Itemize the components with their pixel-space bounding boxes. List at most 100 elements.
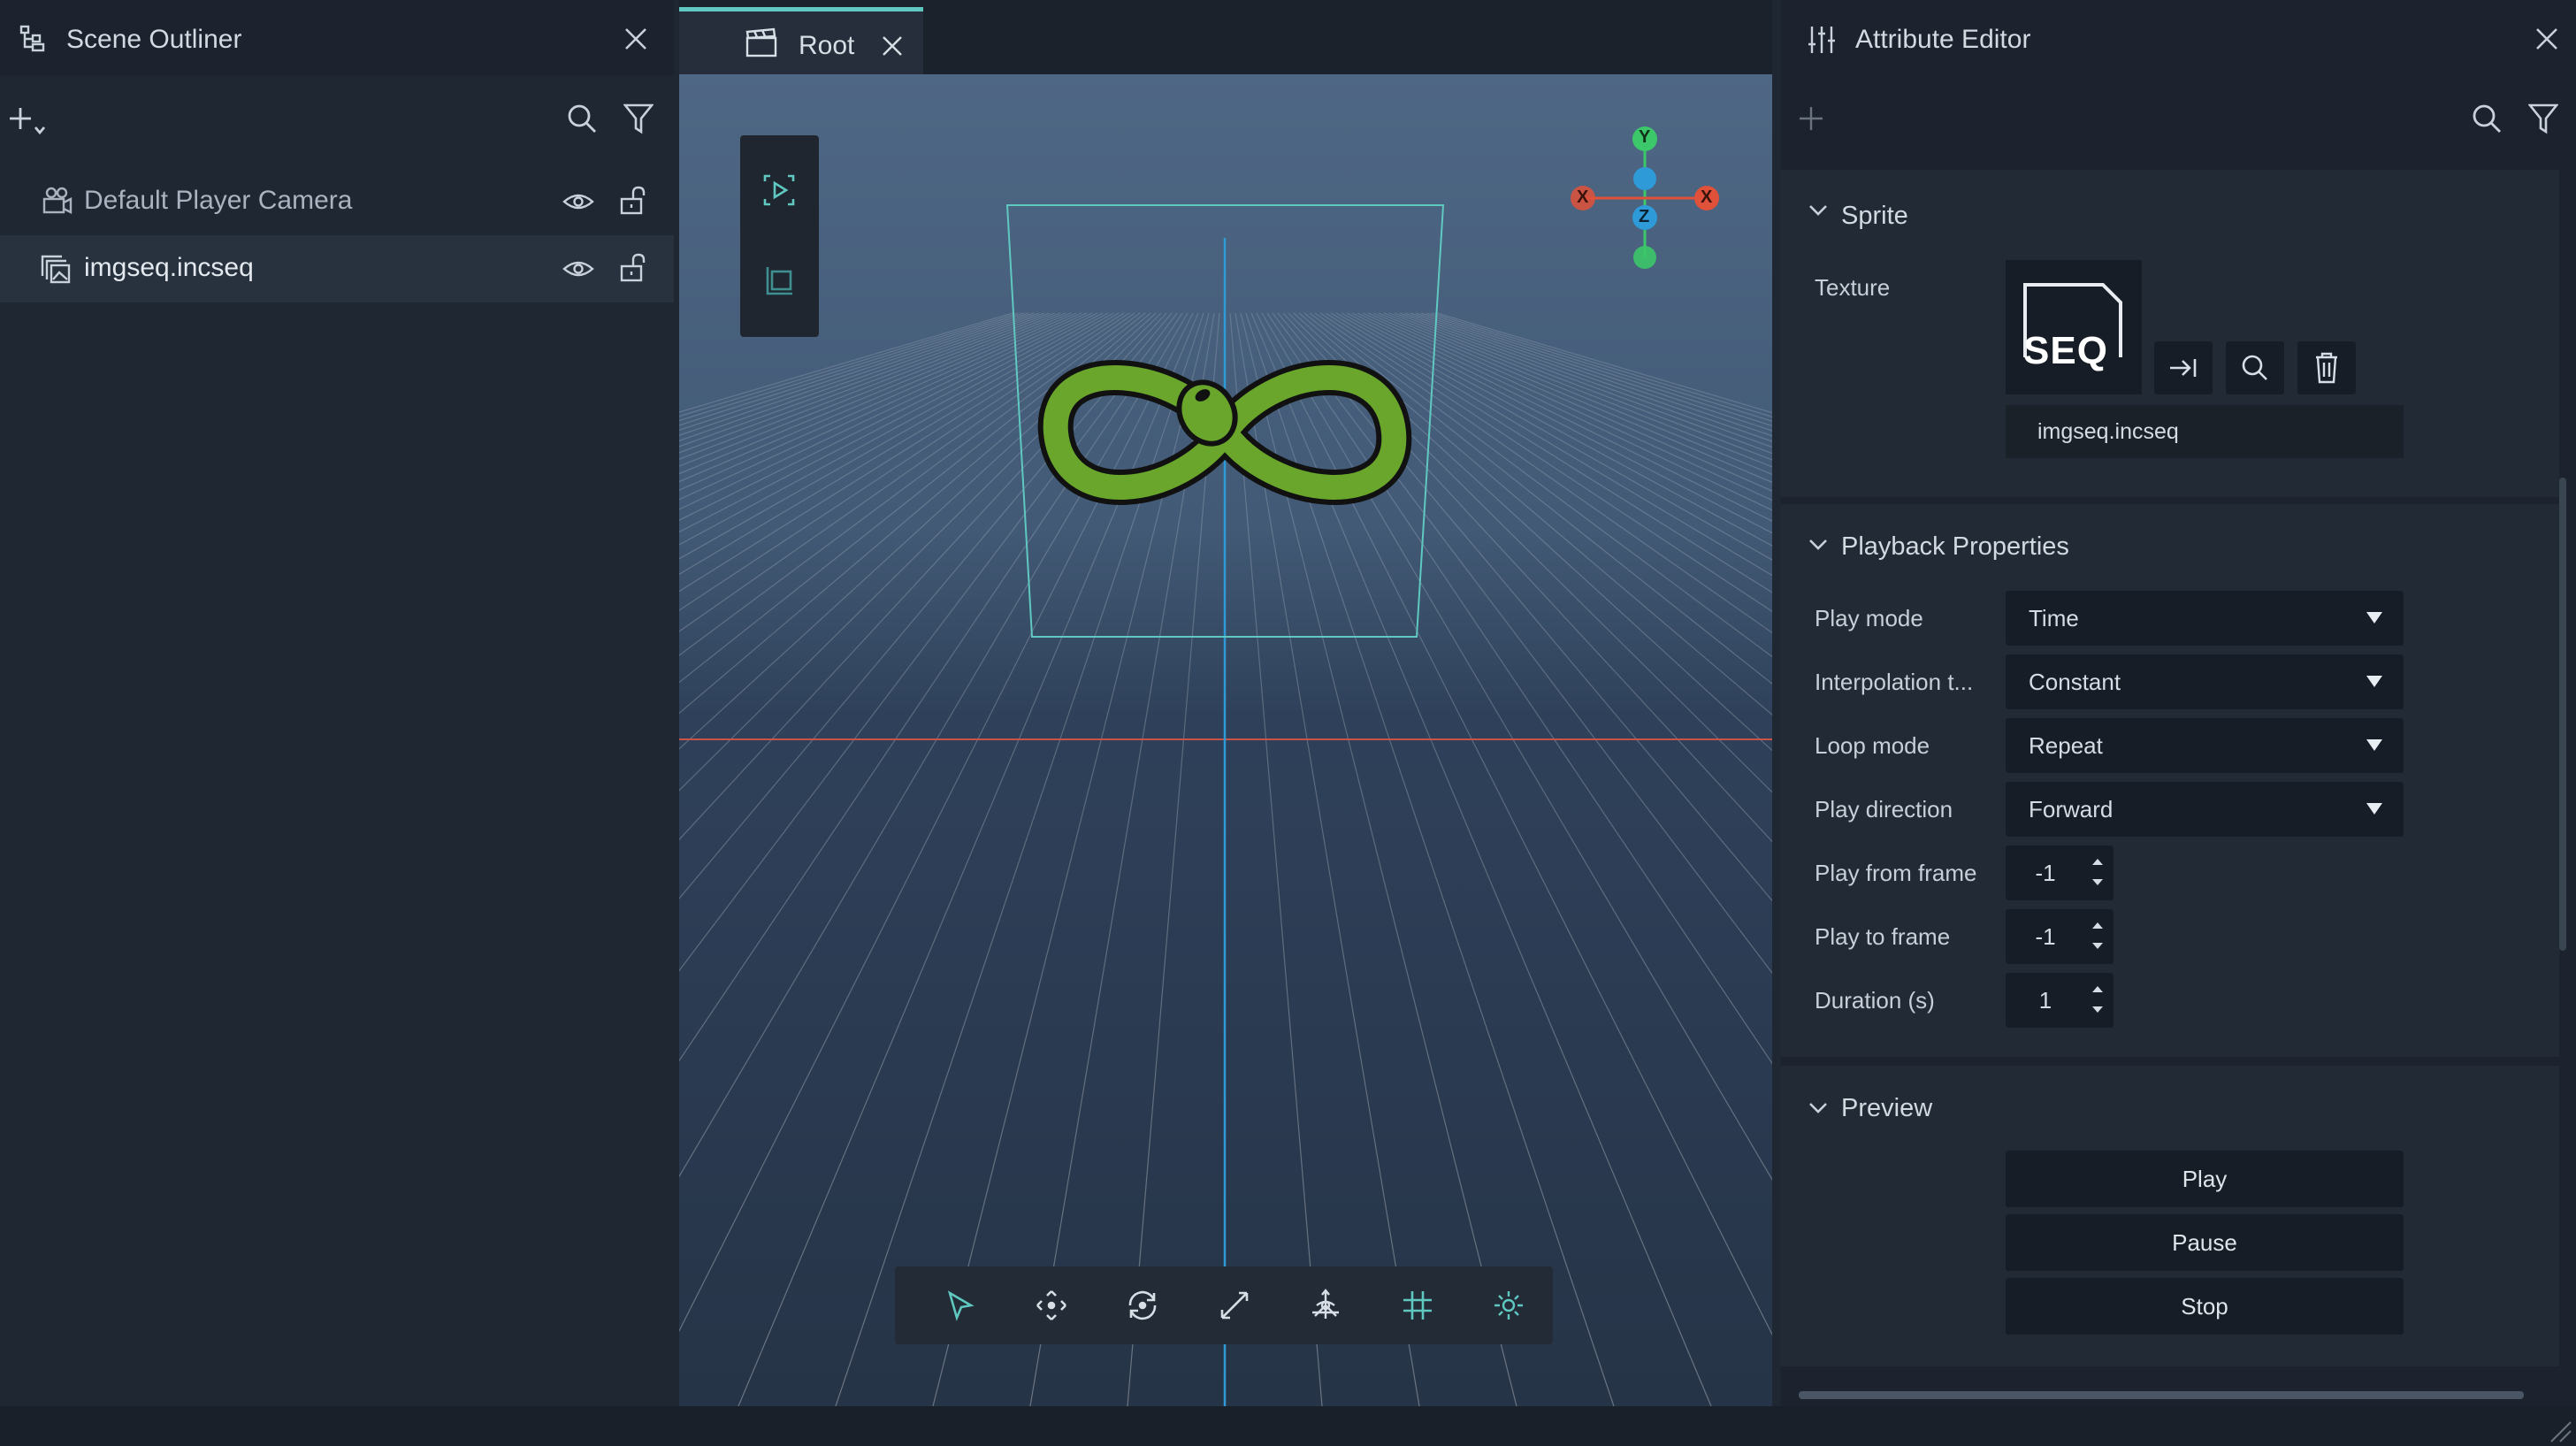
resize-grip-icon[interactable] (2548, 1419, 2572, 1443)
grid-line (1378, 312, 1772, 476)
unlock-icon[interactable] (619, 186, 647, 216)
play-direction-label: Play direction (1815, 796, 1953, 822)
texture-file-field[interactable]: imgseq.incseq (2006, 405, 2404, 458)
transform-tool-icon[interactable] (1299, 1279, 1352, 1332)
texture-file-name: imgseq.incseq (2037, 419, 2179, 444)
close-icon[interactable] (622, 25, 650, 53)
grid-line (679, 312, 1035, 432)
eye-icon[interactable] (562, 189, 594, 214)
grid-line (679, 312, 1109, 546)
unlock-icon[interactable] (619, 253, 647, 283)
scene-outliner-panel: Scene Outliner Default Player Camera img… (0, 0, 674, 1406)
chevron-down-icon[interactable] (1808, 1101, 1829, 1115)
browse-texture-button[interactable] (2226, 341, 2284, 394)
grid-snap-icon[interactable] (1391, 1279, 1444, 1332)
outliner-toolbar (0, 88, 674, 152)
preview-play-button[interactable]: Play (2006, 1151, 2404, 1207)
select-tool-icon[interactable] (934, 1279, 987, 1332)
tab-root[interactable]: Root (679, 7, 923, 74)
play-direction-dropdown[interactable]: Forward (2006, 782, 2404, 837)
play-to-frame-stepper[interactable]: -1 (2006, 909, 2114, 964)
grid-line (1383, 312, 1772, 468)
texture-thumbnail[interactable]: SEQ (2006, 260, 2142, 394)
play-mode-dropdown[interactable]: Time (2006, 591, 2404, 646)
clapperboard-icon (745, 27, 777, 57)
viewport-transform-toolbar (895, 1266, 1553, 1344)
close-icon[interactable] (2533, 25, 2561, 53)
grid-line (679, 312, 1088, 501)
close-tab-icon[interactable] (881, 34, 904, 57)
decrement-icon[interactable] (2092, 943, 2103, 949)
image-sequence-icon (41, 255, 73, 285)
play-mode-label: Play mode (1815, 605, 1923, 631)
texture-label: Texture (1815, 274, 1891, 301)
texture-thumb-text: SEQ (2023, 329, 2108, 372)
grid-line (679, 312, 1077, 483)
dropdown-value: Repeat (2029, 732, 2103, 759)
duration-stepper[interactable]: 1 (2006, 973, 2114, 1028)
lighting-icon[interactable] (1482, 1279, 1535, 1332)
add-node-icon[interactable] (9, 106, 50, 142)
playback-section: Playback Properties Play mode Time Inter… (1781, 504, 2559, 1057)
decrement-icon[interactable] (2092, 879, 2103, 885)
dropdown-arrow-icon (2366, 803, 2382, 815)
grid-line (1335, 312, 1772, 561)
add-component-icon[interactable] (1797, 104, 1825, 133)
outliner-item-label: Default Player Camera (84, 186, 353, 215)
loop-mode-dropdown[interactable]: Repeat (2006, 718, 2404, 773)
dropdown-value: Time (2029, 605, 2079, 631)
tab-label: Root (799, 31, 855, 60)
grid-line (679, 312, 1040, 436)
gizmo-x-neg-label[interactable]: X (1577, 187, 1588, 208)
vertical-scrollbar[interactable] (2559, 478, 2566, 951)
play-from-frame-stepper[interactable]: -1 (2006, 845, 2114, 900)
eye-icon[interactable] (562, 256, 594, 281)
filter-icon[interactable] (2528, 103, 2558, 134)
outliner-item-imgseq[interactable]: imgseq.incseq (0, 235, 674, 302)
orientation-gizmo (1571, 126, 1719, 269)
preview-stop-button[interactable]: Stop (2006, 1278, 2404, 1335)
dropdown-arrow-icon (2366, 739, 2382, 751)
chevron-down-icon[interactable] (1808, 538, 1829, 552)
outliner-tree-icon (19, 25, 48, 53)
grid-line (1415, 312, 1772, 432)
grid-line (1357, 312, 1772, 511)
grid-line (679, 312, 1024, 422)
status-bar (0, 1406, 2576, 1446)
increment-icon[interactable] (2092, 986, 2103, 992)
delete-texture-button[interactable] (2297, 341, 2356, 394)
frame-icon[interactable] (753, 254, 806, 307)
gizmo-x-label[interactable]: X (1701, 187, 1712, 208)
stepper-value: 1 (2038, 987, 2052, 1014)
attribute-editor-panel: Attribute Editor Sprite Texture SEQ imgs… (1781, 0, 2576, 1406)
search-icon[interactable] (566, 103, 598, 134)
rotate-tool-icon[interactable] (1116, 1279, 1169, 1332)
chevron-down-icon[interactable] (1808, 203, 1829, 218)
search-icon[interactable] (2471, 103, 2503, 134)
move-tool-icon[interactable] (1025, 1279, 1078, 1332)
sliders-icon (1808, 25, 1838, 55)
dropdown-value: Forward (2029, 796, 2114, 822)
grid-line (679, 312, 1066, 467)
preview-section: Preview Play Pause Stop (1781, 1066, 2559, 1366)
grid-line (1410, 312, 1772, 437)
sprite-section: Sprite Texture SEQ imgseq.incseq (1781, 170, 2559, 497)
increment-icon[interactable] (2092, 859, 2103, 865)
dropdown-value: Constant (2029, 669, 2121, 695)
3d-viewport[interactable]: Y X X Z (679, 74, 1772, 1406)
scale-tool-icon[interactable] (1208, 1279, 1261, 1332)
outliner-item-camera[interactable]: Default Player Camera (0, 168, 674, 235)
assign-texture-button[interactable] (2154, 341, 2213, 394)
horizontal-scrollbar[interactable] (1799, 1391, 2524, 1399)
section-title: Preview (1841, 1094, 1933, 1122)
section-title: Playback Properties (1841, 532, 2069, 561)
interpolation-dropdown[interactable]: Constant (2006, 654, 2404, 709)
gizmo-z-label[interactable]: Z (1639, 207, 1649, 227)
loop-mode-label: Loop mode (1815, 732, 1930, 759)
decrement-icon[interactable] (2092, 1006, 2103, 1013)
preview-pause-button[interactable]: Pause (2006, 1214, 2404, 1271)
increment-icon[interactable] (2092, 922, 2103, 929)
play-camera-icon[interactable] (753, 164, 806, 217)
filter-icon[interactable] (623, 103, 654, 134)
gizmo-y-label[interactable]: Y (1639, 127, 1650, 148)
